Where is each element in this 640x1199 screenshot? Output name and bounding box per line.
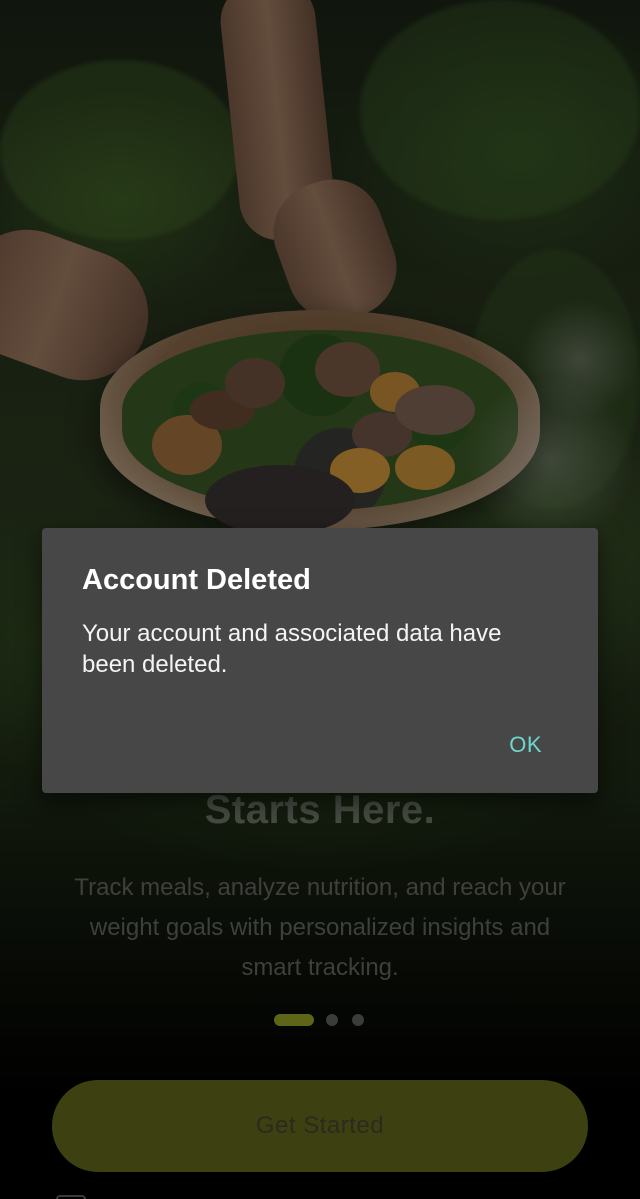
account-deleted-dialog: Account Deleted Your account and associa… bbox=[42, 528, 598, 793]
ok-button[interactable]: OK bbox=[497, 728, 554, 762]
page-dot bbox=[326, 1014, 338, 1026]
onboarding-subtitle: Track meals, analyze nutrition, and reac… bbox=[74, 874, 566, 981]
onboarding-headline: Starts Here. bbox=[204, 788, 436, 832]
onboarding-screen: Starts Here. Track meals, analyze nutrit… bbox=[0, 0, 640, 1199]
page-indicator bbox=[0, 1014, 640, 1028]
get-started-button[interactable]: Get Started bbox=[52, 1080, 588, 1172]
terms-checkbox[interactable] bbox=[56, 1195, 86, 1199]
page-dot-active bbox=[274, 1014, 314, 1026]
page-dot bbox=[352, 1014, 364, 1026]
dialog-message: Your account and associated data have be… bbox=[82, 620, 502, 678]
dialog-title: Account Deleted bbox=[82, 564, 311, 596]
